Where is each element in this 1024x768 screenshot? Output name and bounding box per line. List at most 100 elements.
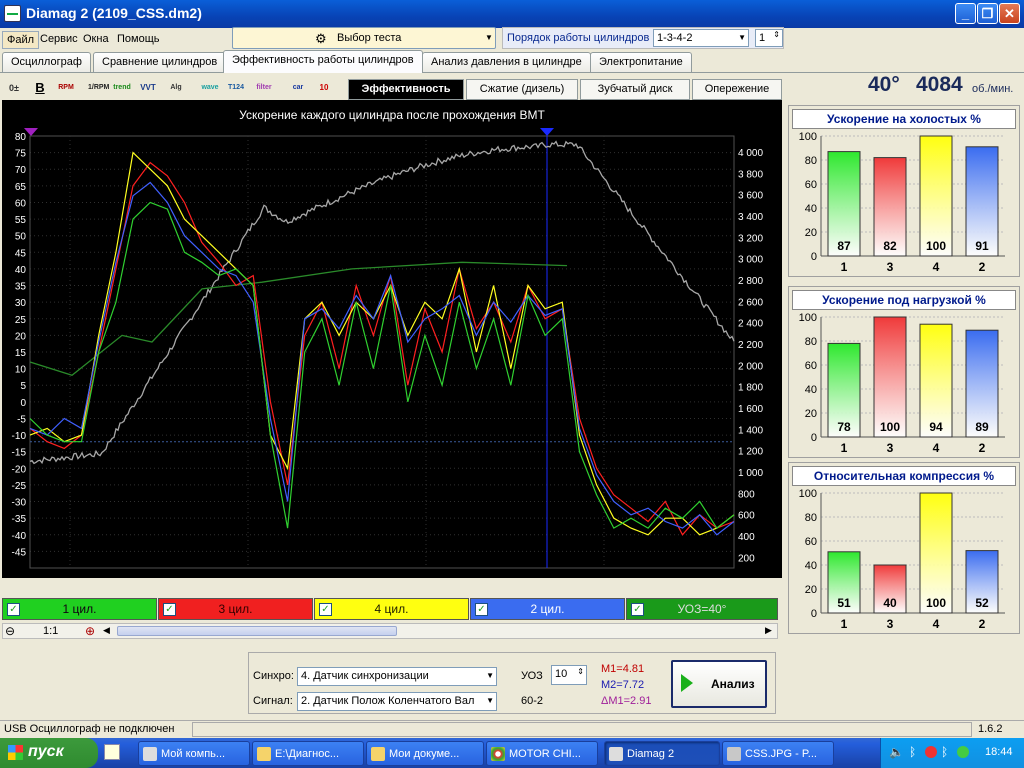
menu-windows[interactable]: Окна	[79, 31, 113, 47]
start-button[interactable]: пуск	[0, 738, 98, 768]
folder-icon	[257, 747, 271, 761]
cylinder-order-spinner[interactable]: 1 ⇕	[755, 29, 783, 47]
y-tick-label: 5	[20, 381, 26, 392]
scrollbar-thumb[interactable]	[117, 626, 397, 636]
menu-file[interactable]: Файл	[2, 31, 40, 49]
subtab-diesel-compression[interactable]: Сжатие (дизель)	[466, 79, 578, 100]
y-tick-label: 15	[15, 348, 27, 359]
y-tick-label: 40	[805, 384, 817, 396]
y-tick-label: 60	[805, 179, 817, 191]
checkbox-icon[interactable]: ✓	[319, 603, 332, 616]
subtab-efficiency[interactable]: Эффективность	[348, 79, 464, 100]
security-icon[interactable]	[925, 746, 937, 758]
scroll-right-icon[interactable]: ▶	[765, 625, 772, 636]
subtab-advance[interactable]: Опережение	[692, 79, 782, 100]
analyze-button[interactable]: Анализ	[671, 660, 767, 708]
y-tick-label: 60	[805, 360, 817, 372]
bar-category-label: 2	[979, 617, 986, 631]
y-right-tick-label: 3 200	[738, 233, 763, 244]
quicklaunch-icon[interactable]	[104, 744, 120, 760]
checkbox-icon[interactable]: ✓	[163, 603, 176, 616]
bar-category-label: 2	[979, 441, 986, 455]
y-tick-label: 100	[799, 488, 817, 500]
vvt-icon[interactable]: VVT	[138, 78, 158, 98]
y-tick-label: 40	[15, 265, 27, 276]
scroll-left-icon[interactable]: ◀	[103, 625, 110, 636]
legend-cyl-4[interactable]: ✓ 4 цил.	[314, 598, 469, 620]
y-tick-label: 30	[15, 298, 27, 309]
version-label: 1.6.2	[978, 723, 1003, 735]
sequence-icon[interactable]: T124	[226, 78, 246, 98]
task-diagnostics-folder[interactable]: E:\Диагнос...	[252, 741, 364, 766]
signal-select[interactable]: 2. Датчик Полож Коленчатого Вал ▼	[297, 692, 497, 711]
trend-icon[interactable]: trend	[112, 78, 132, 98]
title-bar: Diamag 2 (2109_CSS.dm2) _ ❐ ✕	[0, 0, 1024, 28]
panel-title: Ускорение на холостых %	[792, 109, 1016, 129]
checkbox-icon[interactable]: ✓	[7, 603, 20, 616]
marker-m2: M2=7.72	[601, 679, 645, 691]
legend-ignition[interactable]: ✓ УОЗ=40°	[626, 598, 778, 620]
y-tick-label: -10	[12, 431, 27, 442]
menu-service[interactable]: Сервис	[36, 31, 82, 47]
sync-select[interactable]: 4. Датчик синхронизации ▼	[297, 667, 497, 686]
tab-power-supply[interactable]: Электропитание	[590, 52, 692, 72]
bar-value-label: 89	[975, 420, 989, 434]
marker-delta: ΔM1=2.91	[601, 695, 652, 707]
offset-icon[interactable]: 0±	[4, 78, 24, 98]
y-tick-label: 0	[811, 251, 817, 263]
y-right-tick-label: 2 600	[738, 297, 763, 308]
legend-cyl-1[interactable]: ✓ 1 цил.	[2, 598, 157, 620]
network-icon[interactable]	[957, 746, 969, 758]
bluetooth-icon[interactable]: ᛒ	[941, 745, 948, 759]
rpm-icon[interactable]: RPM	[56, 78, 76, 98]
zoom-out-icon[interactable]: ⊖	[5, 624, 15, 638]
counter-icon[interactable]: 10	[314, 78, 334, 98]
chart-svg: Ускорение каждого цилиндра после прохожд…	[12, 108, 764, 589]
cylinder-order-select[interactable]: 1-3-4-2 ▼	[653, 29, 749, 47]
maximize-button[interactable]: ❐	[977, 3, 998, 24]
checkbox-icon[interactable]: ✓	[631, 603, 644, 616]
tab-cylinder-efficiency[interactable]: Эффективность работы цилиндров	[223, 50, 423, 73]
y-tick-label: 65	[15, 182, 27, 193]
close-button[interactable]: ✕	[999, 3, 1020, 24]
bold-icon[interactable]: B	[30, 78, 50, 98]
test-select-button[interactable]: ⚙ Выбор теста ▼	[232, 27, 496, 49]
task-diamag[interactable]: Diamag 2	[604, 741, 720, 766]
checkbox-icon[interactable]: ✓	[475, 603, 488, 616]
y-tick-label: 40	[805, 203, 817, 215]
wave-icon[interactable]: wave	[200, 78, 220, 98]
bar-category-label: 1	[841, 617, 848, 631]
y-tick-label: -35	[12, 514, 27, 525]
task-paint[interactable]: CSS.JPG - P...	[722, 741, 834, 766]
y-tick-label: 10	[15, 365, 27, 376]
cursor-marker[interactable]	[540, 128, 554, 136]
y-right-tick-label: 3 800	[738, 169, 763, 180]
menu-help[interactable]: Помощь	[113, 31, 164, 47]
zoom-in-icon[interactable]: ⊕	[85, 624, 95, 638]
acceleration-chart[interactable]: Ускорение каждого цилиндра после прохожд…	[2, 100, 782, 589]
tab-cylinder-compare[interactable]: Сравнение цилиндров	[93, 52, 227, 72]
start-marker[interactable]	[24, 128, 38, 136]
chart-title: Ускорение каждого цилиндра после прохожд…	[239, 108, 545, 122]
volume-icon[interactable]: 🔈	[889, 745, 904, 759]
y-right-tick-label: 800	[738, 489, 755, 500]
task-my-documents[interactable]: Мои докуме...	[366, 741, 484, 766]
subtab-toothed-disk[interactable]: Зубчатый диск	[580, 79, 690, 100]
cylinder-series-line	[29, 201, 735, 529]
tab-oscilloscope[interactable]: Осциллограф	[2, 52, 91, 72]
chevron-down-icon: ▼	[486, 671, 494, 680]
task-motor-chi[interactable]: MOTOR CHI...	[486, 741, 598, 766]
car-icon[interactable]: car	[288, 78, 308, 98]
legend-cyl-2[interactable]: ✓ 2 цил.	[470, 598, 625, 620]
bar-category-label: 4	[933, 617, 940, 631]
bluetooth-icon[interactable]: ᛒ	[909, 745, 916, 759]
uoz-spinner[interactable]: 10 ⇕	[551, 665, 587, 685]
inverse-rpm-icon[interactable]: 1/RPM	[88, 78, 109, 98]
minimize-button[interactable]: _	[955, 3, 976, 24]
play-icon	[681, 674, 693, 692]
task-my-computer[interactable]: Мой компь...	[138, 741, 250, 766]
algorithm-icon[interactable]: Alg 1/2	[166, 78, 186, 111]
legend-cyl-3[interactable]: ✓ 3 цил.	[158, 598, 313, 620]
filter-icon[interactable]: filter	[254, 78, 274, 98]
tab-pressure-analysis[interactable]: Анализ давления в цилиндре	[422, 52, 591, 72]
